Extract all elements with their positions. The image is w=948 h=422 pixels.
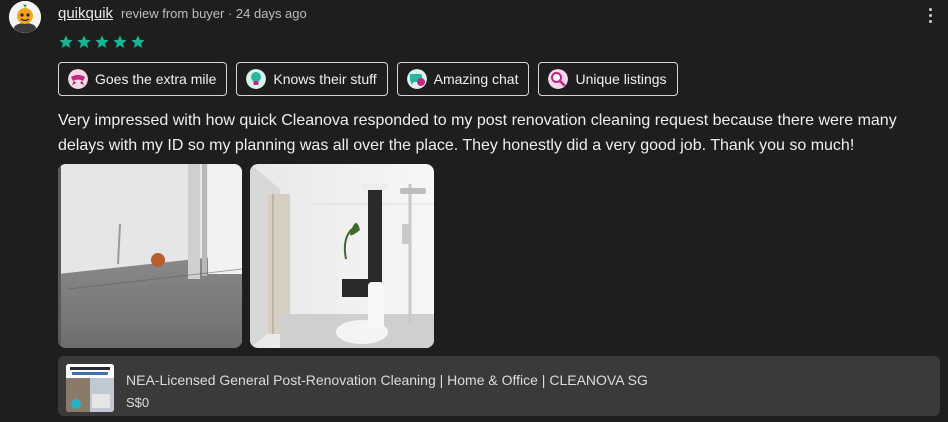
review-header: quikquik review from buyer · 24 days ago — [58, 5, 307, 22]
tag-label: Knows their stuff — [273, 71, 377, 87]
tag-goes-the-extra-mile: Goes the extra mile — [58, 62, 228, 96]
more-dot-icon — [928, 19, 932, 23]
star-icon — [95, 35, 109, 48]
more-options-button[interactable] — [922, 4, 938, 26]
star-icon — [59, 35, 73, 48]
bathroom-after-photo — [250, 164, 434, 348]
review-photo-after[interactable] — [250, 164, 434, 348]
magnifier-icon — [548, 69, 569, 89]
ribbon-icon — [68, 69, 88, 89]
reviewer-avatar[interactable] — [9, 1, 41, 33]
more-dot-icon — [928, 13, 932, 17]
tag-knows-their-stuff: Knows their stuff — [236, 62, 388, 96]
star-icon — [77, 35, 91, 48]
more-dot-icon — [928, 7, 932, 11]
review-meta: review from buyer · 24 days ago — [121, 6, 307, 21]
tag-label: Unique listings — [575, 71, 667, 87]
tag-amazing-chat: Amazing chat — [396, 62, 530, 96]
review-text: Very impressed with how quick Cleanova r… — [58, 112, 897, 154]
chat-bubble-icon — [406, 69, 427, 89]
review-photo-before[interactable] — [58, 164, 242, 348]
listing-title: NEA-Licensed General Post-Renovation Cle… — [126, 372, 648, 388]
tag-label: Goes the extra mile — [95, 71, 217, 87]
compliment-tags: Goes the extra mile Knows their stuff Am… — [58, 62, 678, 96]
tag-unique-listings: Unique listings — [538, 62, 678, 96]
star-icon — [131, 35, 145, 48]
star-rating — [58, 34, 146, 50]
review-card: quikquik review from buyer · 24 days ago… — [0, 0, 948, 422]
listing-price: S$0 — [126, 395, 150, 410]
listing-thumbnail — [66, 364, 114, 412]
listing-card[interactable]: NEA-Licensed General Post-Renovation Cle… — [58, 356, 940, 416]
tag-label: Amazing chat — [433, 71, 519, 87]
lightbulb-icon — [246, 69, 267, 89]
bathroom-before-photo — [58, 164, 242, 348]
star-icon — [113, 35, 127, 48]
reviewer-username[interactable]: quikquik — [58, 5, 113, 22]
